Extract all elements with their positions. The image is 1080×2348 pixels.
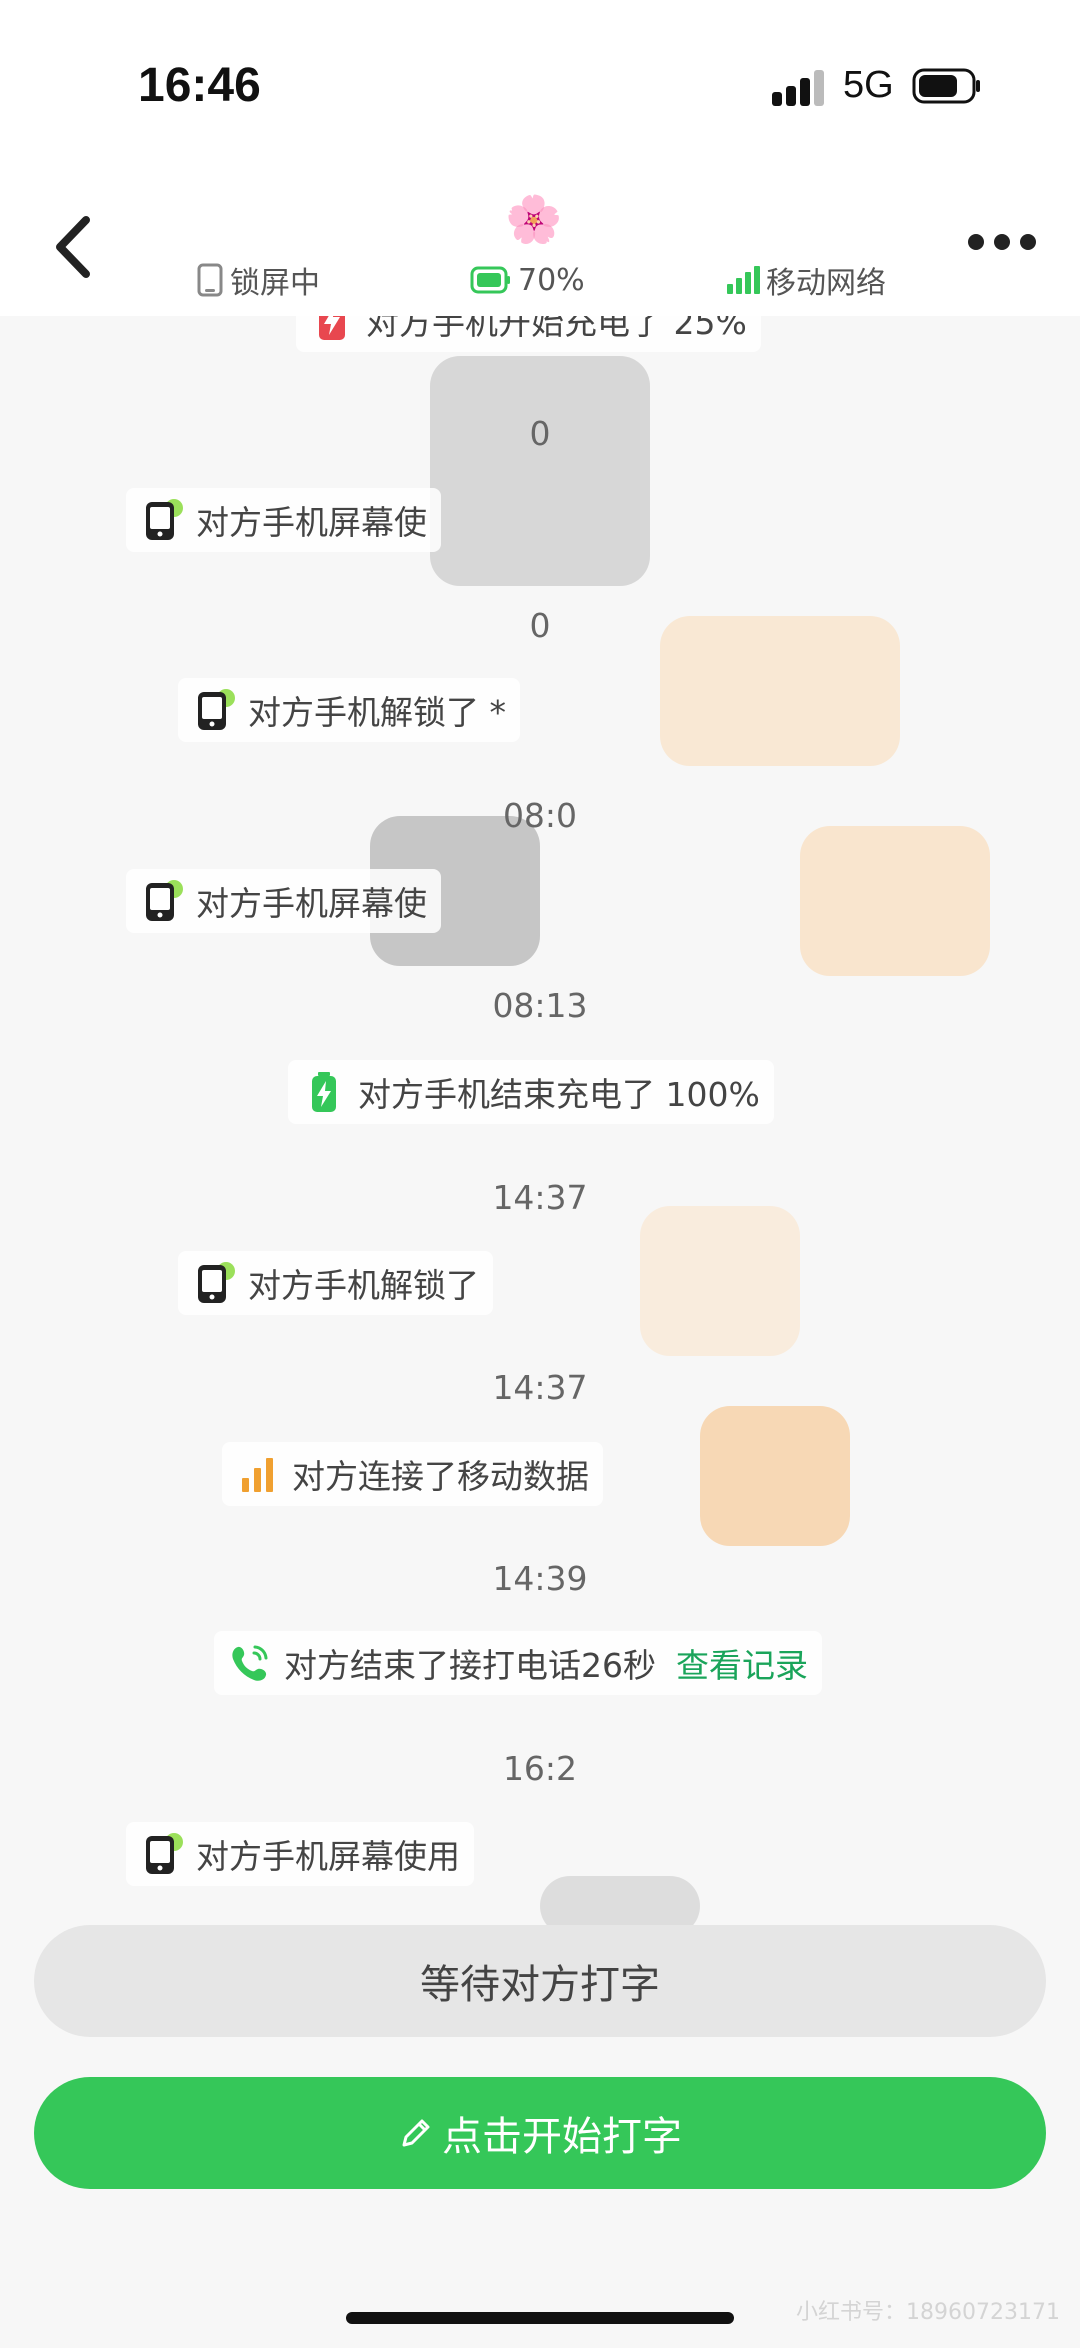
- battery-status: 70%: [470, 258, 585, 302]
- timestamp: 0: [529, 606, 551, 645]
- battery-icon: [912, 68, 980, 104]
- timestamp: 14:39: [492, 1559, 588, 1598]
- lock-status: 锁屏中: [196, 258, 320, 302]
- phone-call-icon: [232, 1645, 268, 1681]
- phone-outline-icon: [197, 263, 223, 297]
- battery-full-icon: [312, 1072, 336, 1112]
- start-typing-button[interactable]: 点击开始打字: [34, 2077, 1046, 2189]
- event-charging-end: 对方手机结束充电了 100%: [288, 1060, 774, 1124]
- battery-level: 70%: [518, 262, 585, 298]
- signal-green-icon: [727, 266, 760, 294]
- phone-unlock-icon: [198, 689, 235, 730]
- view-record-link[interactable]: 查看记录: [676, 1639, 808, 1687]
- censor-mark: [430, 356, 650, 586]
- cellular-signal-icon: [772, 70, 824, 106]
- censor-mark: [700, 1406, 850, 1546]
- event-screen-use: 对方手机屏幕使用: [126, 1822, 474, 1886]
- event-screen-use: 对方手机屏幕使: [126, 488, 441, 552]
- event-call-ended: 对方结束了接打电话26秒 查看记录: [214, 1631, 822, 1695]
- phone-screen-icon: [146, 499, 183, 540]
- timestamp: 08:13: [492, 986, 588, 1025]
- phone-unlock-icon: [198, 1262, 235, 1303]
- event-unlock: 对方手机解锁了: [178, 1251, 493, 1315]
- timestamp: 16:2: [502, 1749, 578, 1788]
- timestamp: 08:0: [502, 796, 578, 835]
- charging-icon: [319, 316, 345, 340]
- event-mobile-data: 对方连接了移动数据: [222, 1442, 603, 1506]
- chat-header: 🌸 锁屏中 70% 移动网络: [0, 180, 1080, 316]
- signal-bars-icon: [242, 1458, 273, 1492]
- timestamp: 14:37: [492, 1368, 588, 1407]
- timestamp: 14:37: [492, 1178, 588, 1217]
- contact-avatar[interactable]: 🌸: [505, 196, 562, 242]
- status-network: 5G: [843, 64, 894, 106]
- status-bar: 16:46 5G: [0, 0, 1080, 180]
- start-typing-label: 点击开始打字: [442, 2114, 682, 2160]
- phone-screen-icon: [146, 1833, 183, 1874]
- phone-screen-icon: [146, 880, 183, 921]
- status-time: 16:46: [138, 59, 261, 112]
- network-type: 移动网络: [766, 266, 886, 301]
- more-options-icon[interactable]: [966, 232, 1038, 252]
- network-status: 移动网络: [726, 258, 886, 302]
- home-indicator[interactable]: [346, 2312, 734, 2324]
- event-unlock: 对方手机解锁了 *: [178, 678, 520, 742]
- pencil-icon: [402, 2119, 430, 2147]
- battery-green-icon: [470, 266, 510, 294]
- activity-feed[interactable]: 对方手机开始充电了 25% 0 对方手机屏幕使 0 对方手机解锁了 * 08:0: [0, 316, 1080, 1936]
- watermark: 小红书号：18960723171: [796, 2300, 1060, 2325]
- event-screen-use: 对方手机屏幕使: [126, 869, 441, 933]
- waiting-typing-label: 等待对方打字: [420, 1962, 660, 2008]
- waiting-typing-button[interactable]: 等待对方打字: [34, 1925, 1046, 2037]
- censor-mark: [640, 1206, 800, 1356]
- lock-status-label: 锁屏中: [230, 266, 320, 301]
- event-charging-start: 对方手机开始充电了 25%: [296, 316, 761, 352]
- censor-mark: [800, 826, 990, 976]
- timestamp: 0: [529, 414, 551, 453]
- back-chevron-icon[interactable]: [48, 212, 98, 282]
